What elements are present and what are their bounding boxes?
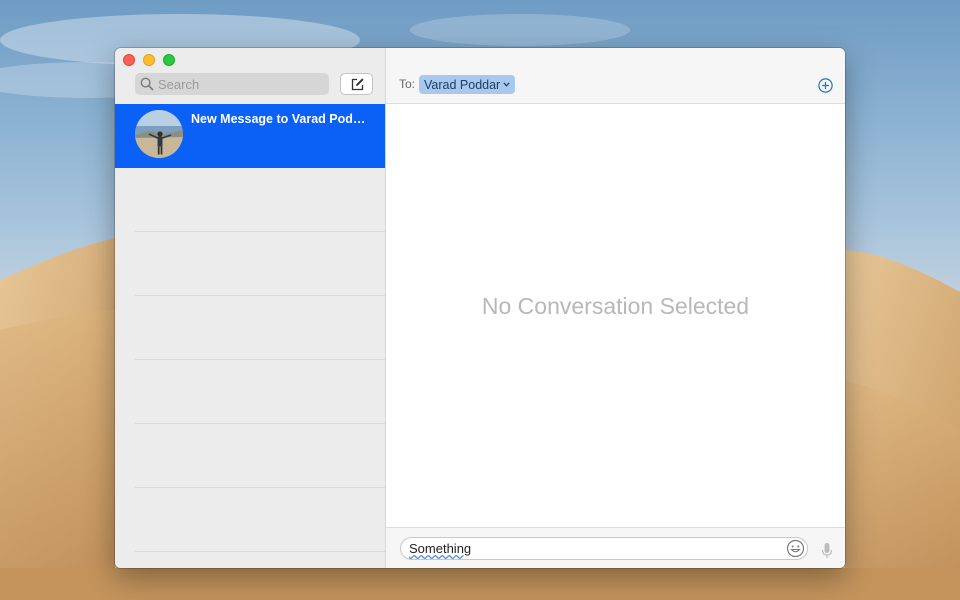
recipient-name: Varad Poddar — [424, 77, 501, 92]
chevron-down-icon — [503, 82, 510, 87]
messages-window: New Message to Varad Pod… To: Varad Podd… — [115, 48, 845, 568]
empty-state-message: No Conversation Selected — [481, 293, 750, 319]
avatar — [135, 110, 183, 158]
conversation-item[interactable]: New Message to Varad Pod… — [115, 104, 385, 168]
zoom-icon[interactable] — [163, 54, 175, 66]
search-icon — [140, 77, 154, 91]
list-separator — [135, 551, 385, 552]
desktop: New Message to Varad Pod… To: Varad Podd… — [0, 0, 960, 600]
list-separator — [135, 359, 385, 360]
message-field[interactable]: Something — [400, 537, 808, 560]
compose-button[interactable] — [340, 73, 373, 95]
compose-header: To: Varad Poddar — [386, 48, 845, 104]
message-input-bar: Something — [386, 527, 845, 568]
list-separator — [135, 231, 385, 232]
list-separator — [135, 487, 385, 488]
minimize-icon[interactable] — [143, 54, 155, 66]
avatar-photo — [135, 110, 183, 158]
emoji-icon[interactable] — [786, 539, 805, 558]
message-input-text[interactable]: Something — [409, 541, 471, 556]
recipient-token[interactable]: Varad Poddar — [419, 75, 516, 94]
compose-icon — [351, 78, 364, 91]
close-icon[interactable] — [123, 54, 135, 66]
sidebar: New Message to Varad Pod… — [115, 48, 386, 568]
to-label: To: — [399, 77, 416, 91]
search-input[interactable] — [158, 75, 323, 93]
conversation-title: New Message to Varad Pod… — [191, 112, 366, 126]
plus-circle-icon[interactable] — [818, 78, 833, 93]
search-field[interactable] — [135, 73, 329, 95]
microphone-icon[interactable] — [821, 542, 833, 559]
conversation-pane: To: Varad Poddar No Conversation Selecte… — [386, 48, 845, 568]
list-separator — [135, 423, 385, 424]
list-separator — [135, 295, 385, 296]
